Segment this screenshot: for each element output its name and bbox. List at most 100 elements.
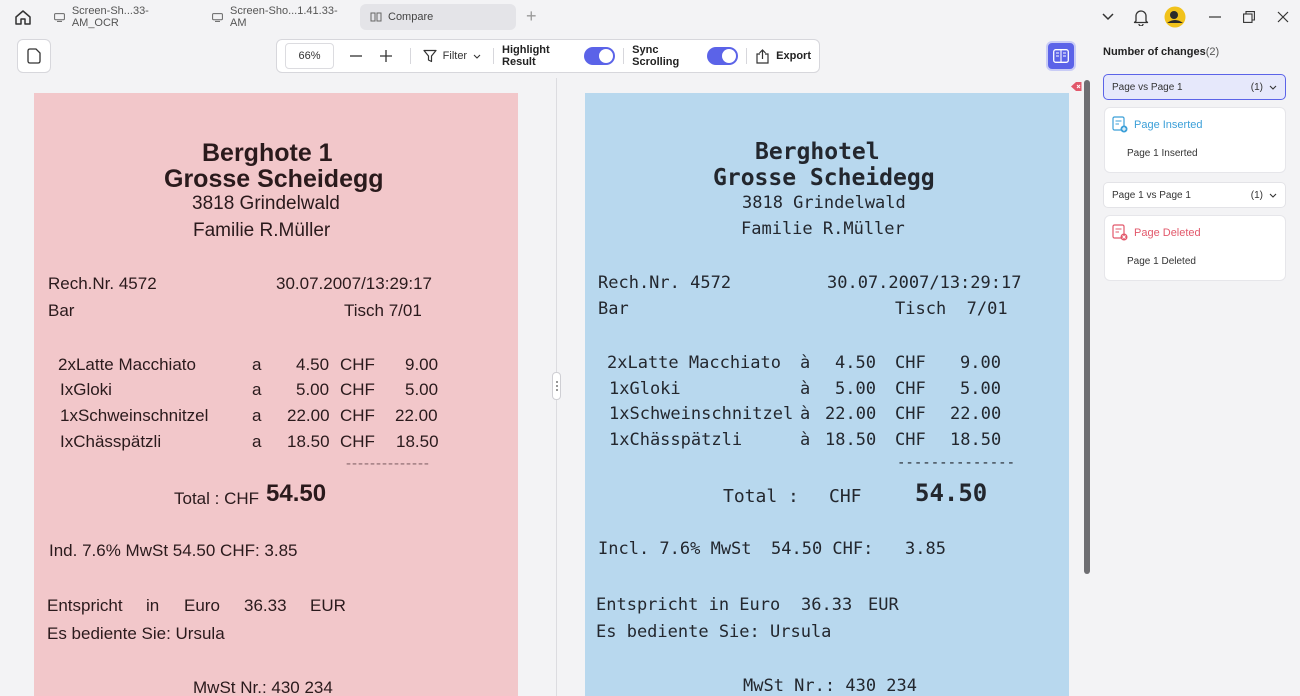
close-button[interactable] — [1271, 6, 1295, 28]
invoice-location: Bar — [48, 301, 75, 320]
zoom-in-button[interactable] — [371, 43, 402, 69]
change-card-inserted[interactable]: Page Inserted Page 1 Inserted — [1104, 107, 1286, 173]
comparison-group-count: (1) — [1250, 81, 1263, 93]
item-name: 1xSchweinschnitzel — [60, 406, 209, 425]
compare-icon — [370, 12, 382, 22]
hotel-family: Familie R.Müller — [193, 220, 331, 241]
invoice-table: Tisch 7/01 — [895, 299, 1008, 319]
hotel-city: 3818 Grindelwald — [192, 193, 340, 214]
invoice-date: 30.07.2007/13:29:17 — [276, 274, 432, 293]
total-label: Total : — [723, 486, 799, 507]
served-by: Es bediente Sie: Ursula — [47, 624, 225, 643]
item-total: 5.00 — [405, 380, 439, 399]
item-total: 18.50 — [396, 432, 439, 451]
item-name: 2xLatte Macchiato — [607, 353, 781, 373]
zoom-level[interactable]: 66% — [285, 43, 335, 69]
vat-line: Incl. 7.6% MwSt — [598, 539, 752, 559]
new-tab-button[interactable]: + — [526, 7, 537, 25]
item-currency: CHF — [340, 355, 375, 374]
tab-ocr[interactable]: Screen-Sh...33-AM_OCR — [44, 4, 194, 30]
comparison-group-label: Page vs Page 1 — [1112, 81, 1183, 93]
changes-title: Number of changes(2) — [1103, 46, 1219, 58]
hotel-family: Familie R.Müller — [741, 219, 905, 239]
euro-word: Euro — [184, 596, 220, 615]
item-currency: CHF — [895, 379, 926, 399]
euro-label: Entspricht — [47, 596, 123, 615]
change-card-header: Page Inserted — [1112, 116, 1203, 133]
highlight-result-toggle[interactable] — [584, 47, 616, 65]
invoice-date: 30.07.2007/13:29:17 — [827, 273, 1022, 293]
vat-number: MwSt Nr.: 430 234 — [193, 678, 333, 696]
tab-label: Compare — [388, 11, 434, 23]
change-marker-icon[interactable] — [1071, 79, 1082, 91]
item-name: IxChässpätzli — [60, 432, 162, 451]
home-button[interactable] — [10, 6, 36, 28]
notifications-button[interactable] — [1129, 6, 1153, 28]
filter-label: Filter — [442, 50, 468, 62]
hotel-name-line2: Grosse Scheidegg — [164, 165, 384, 193]
item-name: 1xSchweinschnitzel — [609, 404, 794, 424]
avatar[interactable] — [1163, 6, 1187, 28]
tab-label: Screen-Sho...1.41.33-AM — [229, 5, 338, 29]
tab-screenshot[interactable]: Screen-Sho...1.41.33-AM — [202, 4, 354, 30]
sync-scrolling-toggle[interactable] — [707, 47, 739, 65]
item-currency: CHF — [340, 432, 375, 451]
pane-resize-handle[interactable] — [552, 372, 561, 400]
left-document-page: Berghote 1 Grosse Scheidegg 3818 Grindel… — [34, 93, 518, 696]
vat-amount: 54.50 CHF: — [771, 539, 874, 559]
change-card-title: Page Inserted — [1134, 118, 1203, 131]
vat-line: Ind. 7.6% MwSt 54.50 CHF: 3.85 — [49, 541, 298, 560]
toolbar-divider — [746, 48, 748, 64]
change-card-detail: Page 1 Deleted — [1127, 256, 1196, 267]
restore-button[interactable] — [1237, 6, 1261, 28]
item-name: IxGloki — [60, 380, 112, 399]
item-at: à — [800, 379, 811, 399]
vertical-scrollbar[interactable] — [1084, 80, 1090, 574]
item-at: à — [800, 404, 811, 424]
separator-dashes: -------------- — [897, 455, 1016, 471]
plus-icon — [380, 50, 393, 62]
item-price: 22.00 — [287, 406, 330, 425]
page-deleted-icon — [1112, 224, 1128, 241]
total-value: 54.50 — [915, 479, 988, 507]
tab-list-button[interactable] — [1096, 6, 1120, 28]
total-value: 54.50 — [266, 480, 327, 507]
export-button[interactable]: Export — [755, 43, 811, 69]
change-card-header: Page Deleted — [1112, 224, 1201, 241]
book-icon — [1053, 49, 1069, 63]
invoice-number: Rech.Nr. 4572 — [598, 273, 732, 293]
item-price: 5.00 — [835, 379, 876, 399]
change-card-detail: Page 1 Inserted — [1127, 148, 1198, 159]
tab-compare[interactable]: Compare — [360, 4, 516, 30]
page-inserted-icon — [1112, 116, 1128, 133]
item-name: 2xLatte Macchiato — [58, 355, 196, 374]
side-panel-toggle-button[interactable] — [1046, 41, 1076, 71]
change-card-deleted[interactable]: Page Deleted Page 1 Deleted — [1104, 215, 1286, 281]
item-at: a — [252, 355, 262, 374]
item-total: 5.00 — [960, 379, 1001, 399]
total-label: Total : CHF — [174, 489, 260, 508]
item-at: a — [252, 432, 262, 451]
minimize-icon — [1209, 16, 1221, 18]
single-page-view-button[interactable] — [17, 39, 51, 73]
hotel-name-line1: Berghote 1 — [202, 139, 333, 167]
filter-button[interactable]: Filter — [419, 43, 485, 69]
comparison-group-1[interactable]: Page vs Page 1 (1) — [1103, 74, 1286, 100]
title-bar: Screen-Sh...33-AM_OCR Screen-Sho...1.41.… — [0, 0, 1300, 34]
minimize-button[interactable] — [1203, 6, 1227, 28]
item-price: 5.00 — [296, 380, 330, 399]
hotel-name-line2: Grosse Scheidegg — [713, 165, 935, 191]
item-total: 22.00 — [395, 406, 438, 425]
item-currency: CHF — [340, 406, 375, 425]
invoice-number: Rech.Nr. 4572 — [48, 274, 157, 293]
item-total: 18.50 — [950, 430, 1002, 450]
comparison-group-2[interactable]: Page 1 vs Page 1 (1) — [1103, 182, 1286, 208]
item-price: 22.00 — [825, 404, 877, 424]
close-icon — [1277, 11, 1289, 23]
zoom-out-button[interactable] — [340, 43, 371, 69]
sync-scrolling-label: Sync Scrolling — [632, 44, 680, 68]
toolbar-divider — [493, 48, 495, 64]
chevron-down-icon — [1102, 13, 1114, 21]
vat-number: MwSt Nr.: 430 234 — [743, 676, 917, 696]
item-name: 1xGloki — [609, 379, 681, 399]
